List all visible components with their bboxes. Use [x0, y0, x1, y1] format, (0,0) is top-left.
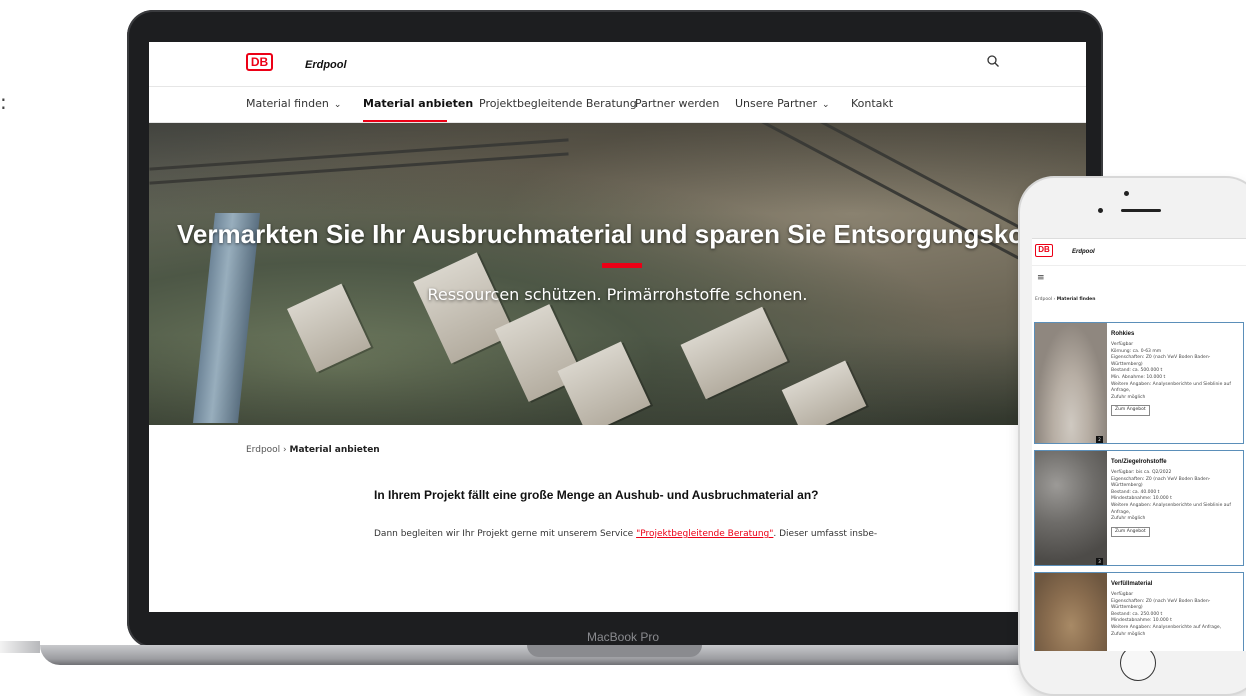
card-body: Verfüllmaterial Verfügbar Eigenschaften:… — [1111, 581, 1239, 638]
breadcrumb: Erdpool › Material anbieten — [246, 445, 380, 455]
nav-item-kontakt[interactable]: Kontakt — [851, 97, 893, 110]
paragraph-text: Dann begleiten wir Ihr Projekt gerne mit… — [374, 529, 637, 539]
card-body: Rohkies Verfügbar Körnung: ca. 0-63 mm E… — [1111, 331, 1239, 416]
breadcrumb-separator: › — [283, 445, 287, 455]
zum-angebot-button[interactable]: Zum Angebot — [1111, 526, 1150, 538]
hero-subtitle: Ressourcen schützen. Primärrohstoffe sch… — [427, 285, 808, 304]
card-line: Mindestabnahme: 10.000 t — [1111, 496, 1172, 502]
material-image — [1035, 323, 1107, 443]
hero-accent-bar — [602, 263, 642, 268]
hero-building — [680, 306, 788, 400]
nav-item-material-anbieten[interactable]: Material anbieten — [363, 97, 473, 110]
breadcrumb-current: Material anbieten — [289, 445, 380, 455]
phone-sensor — [1098, 208, 1103, 213]
material-card-rohkies[interactable]: 2 Rohkies Verfügbar Körnung: ca. 0-63 mm… — [1034, 322, 1244, 444]
card-line: Verfügbar — [1111, 342, 1134, 347]
main-nav: Material finden ⌄ Material anbieten Proje… — [149, 86, 1086, 123]
breadcrumb-home[interactable]: Erdpool — [246, 445, 280, 455]
card-line: Weitere Angaben: Analysenberichte und Si… — [1111, 502, 1231, 515]
breadcrumb-home[interactable]: Erdpool — [1035, 297, 1052, 302]
db-logo[interactable]: DB — [246, 53, 273, 71]
card-line: Min. Abnahme: 10.000 t — [1111, 374, 1166, 380]
card-line: Bestand: ca. 500.000 t — [1111, 368, 1163, 374]
phone-site-header: DB Erdpool — [1032, 239, 1246, 266]
site-header: DB Erdpool — [149, 42, 1086, 87]
paragraph-text-end: . Dieser umfasst insbe- — [773, 529, 878, 539]
card-line: Eigenschaften: Z0 (nach VwV Boden Baden-… — [1111, 598, 1211, 611]
phone-speaker — [1121, 209, 1161, 212]
nav-label: Material finden — [246, 97, 329, 110]
phone-breadcrumb: Erdpool › Material finden — [1035, 297, 1095, 302]
chevron-down-icon: ⌄ — [822, 100, 830, 110]
card-title: Verfüllmaterial — [1111, 581, 1153, 587]
card-line: Zufuhr möglich — [1111, 516, 1146, 522]
image-counter: 3 — [1096, 558, 1103, 565]
breadcrumb-current: Material finden — [1056, 297, 1096, 302]
card-line: Verfügbar — [1111, 592, 1134, 597]
laptop-screen: DB Erdpool Material finden ⌄ Material anb… — [149, 42, 1086, 612]
content-heading: In Ihrem Projekt fällt eine große Menge … — [374, 488, 819, 502]
breadcrumb-separator: › — [1053, 297, 1056, 302]
card-line: Zufuhr möglich — [1111, 631, 1146, 637]
hero-railway — [730, 123, 1068, 286]
nav-label: Unsere Partner — [735, 97, 818, 110]
search-icon[interactable] — [986, 54, 1000, 68]
nav-item-material-finden[interactable]: Material finden ⌄ — [246, 97, 341, 110]
hamburger-icon[interactable]: ≡ — [1037, 273, 1045, 283]
material-card-verfuellmaterial[interactable]: Verfüllmaterial Verfügbar Eigenschaften:… — [1034, 572, 1244, 651]
card-line: Zufuhr möglich — [1111, 394, 1146, 400]
card-line: Weitere Angaben: Analysenberichte auf An… — [1111, 624, 1222, 630]
content-paragraph: Dann begleiten wir Ihr Projekt gerne mit… — [374, 529, 877, 539]
nav-item-unsere-partner[interactable]: Unsere Partner ⌄ — [735, 97, 830, 110]
nav-label: Kontakt — [851, 97, 894, 110]
zum-angebot-button[interactable]: Zum Angebot — [1111, 405, 1150, 416]
material-image — [1035, 451, 1107, 565]
card-line: Mindestabnahme: 10.000 t — [1111, 618, 1172, 624]
beratung-link[interactable]: "Projektbegleitende Beratung" — [636, 529, 773, 539]
card-line: Verfügbar: bis ca. Q2/2022 — [1111, 470, 1172, 475]
nav-label: Projektbegleitende Beratung — [479, 97, 637, 110]
phone-camera — [1124, 191, 1129, 196]
hero-railway — [149, 138, 569, 171]
nav-item-projektbegleitende-beratung[interactable]: Projektbegleitende Beratung — [479, 97, 637, 110]
hero-banner: Vermarkten Sie Ihr Ausbruchmaterial und … — [149, 123, 1086, 425]
card-line: Eigenschaften: Z0 (nach VwV Boden Baden-… — [1111, 355, 1211, 367]
stray-colon: : — [0, 90, 7, 114]
phone-screen: DB Erdpool ≡ Erdpool › Material finden 2… — [1032, 238, 1246, 651]
hero-railway — [149, 152, 569, 185]
hero-building — [413, 252, 515, 364]
card-title: Ton/Ziegelrohstoffe — [1111, 459, 1167, 465]
material-card-ton[interactable]: 3 Ton/Ziegelrohstoffe Verfügbar: bis ca.… — [1034, 450, 1244, 566]
card-title: Rohkies — [1111, 331, 1135, 337]
image-counter: 2 — [1096, 436, 1103, 443]
db-logo[interactable]: DB — [1035, 244, 1053, 257]
hero-building — [781, 360, 867, 425]
nav-label: Material anbieten — [363, 97, 474, 110]
card-line: Eigenschaften: Z0 (nach VwV Boden Baden-… — [1111, 476, 1211, 489]
material-image — [1035, 573, 1107, 651]
card-body: Ton/Ziegelrohstoffe Verfügbar: bis ca. Q… — [1111, 459, 1239, 538]
active-nav-indicator — [363, 120, 447, 122]
card-line: Weitere Angaben: Analysenberichte und Si… — [1111, 381, 1231, 394]
chevron-down-icon: ⌄ — [333, 100, 342, 110]
nav-label: Partner werden — [635, 97, 720, 110]
site-name[interactable]: Erdpool — [305, 59, 347, 71]
hero-title: Vermarkten Sie Ihr Ausbruchmaterial und … — [177, 219, 1039, 249]
site-name[interactable]: Erdpool — [1072, 249, 1095, 255]
laptop-notch — [527, 645, 702, 657]
nav-item-partner-werden[interactable]: Partner werden — [635, 97, 719, 110]
